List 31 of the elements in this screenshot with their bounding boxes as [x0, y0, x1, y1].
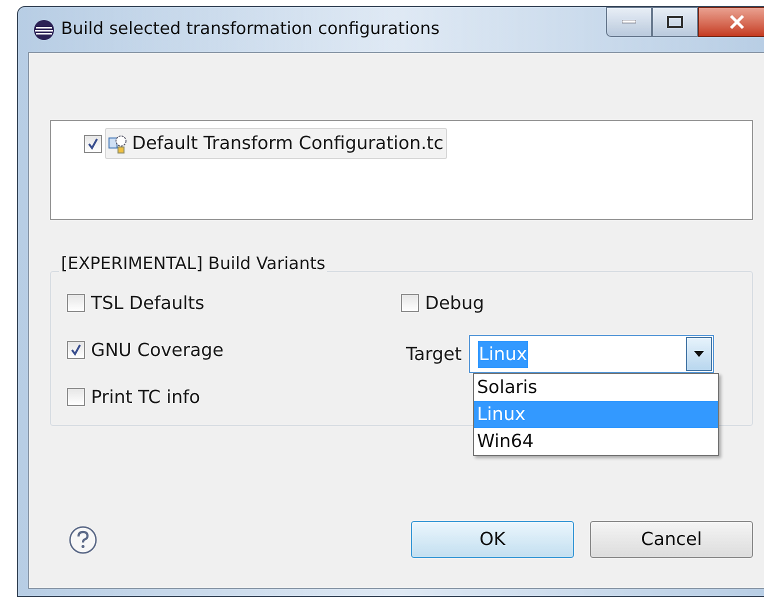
dropdown-option[interactable]: Win64: [474, 428, 718, 455]
close-icon: [728, 14, 746, 30]
close-button[interactable]: [698, 7, 764, 37]
help-icon[interactable]: [68, 524, 98, 554]
dropdown-arrow-button[interactable]: [686, 337, 712, 371]
maximize-button[interactable]: [652, 7, 698, 37]
maximize-icon: [667, 16, 683, 28]
checkbox[interactable]: [67, 341, 85, 359]
window-title: Build selected transformation configurations: [61, 18, 440, 41]
dropdown-option[interactable]: Solaris: [474, 374, 718, 401]
tree-item-label: Default Transform Configuration.tc: [132, 132, 444, 156]
minimize-button[interactable]: [606, 7, 652, 37]
checkbox[interactable]: [67, 388, 85, 406]
checkbox[interactable]: [401, 294, 419, 312]
tree-item[interactable]: Default Transform Configuration.tc: [105, 128, 446, 159]
checkbox-label: TSL Defaults: [91, 292, 204, 316]
app-logo-icon: [33, 18, 55, 40]
cancel-button[interactable]: Cancel: [590, 521, 753, 558]
config-file-icon: [108, 134, 128, 154]
checkbox[interactable]: [84, 134, 102, 152]
dropdown-value: Linux: [478, 340, 528, 368]
ok-button[interactable]: OK: [411, 521, 574, 558]
checkbox-label: Debug: [425, 292, 484, 316]
target-label: Target: [406, 342, 462, 366]
minimize-icon: [622, 20, 636, 24]
checkbox[interactable]: [67, 294, 85, 312]
checkmark-icon: [70, 344, 82, 356]
checkbox-label: GNU Coverage: [91, 338, 224, 362]
checkmark-icon: [87, 138, 99, 150]
checkbox-label: Print TC info: [91, 386, 200, 410]
caret-icon: [694, 351, 704, 357]
